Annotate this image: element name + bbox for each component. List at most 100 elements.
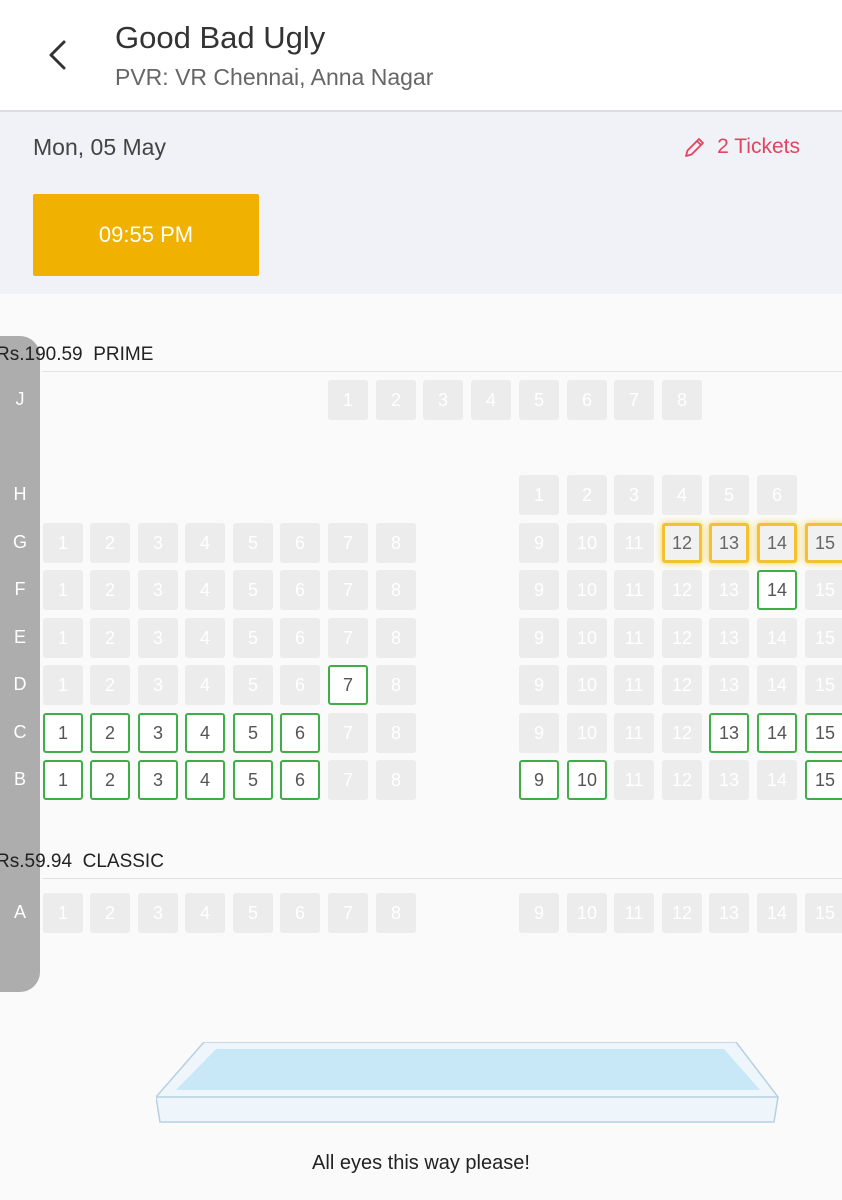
seat-sold: 4 (185, 618, 225, 658)
seat-available[interactable]: 7 (328, 665, 368, 705)
seat-sold: 8 (662, 380, 702, 420)
section-name: CLASSIC (82, 851, 164, 872)
row-label: E (13, 627, 26, 647)
seat-sold: 8 (376, 618, 416, 658)
movie-title: Good Bad Ugly (115, 20, 326, 55)
seat-sold: 11 (614, 570, 654, 610)
seat-sold: 3 (423, 380, 463, 420)
seat-available[interactable]: 10 (567, 760, 607, 800)
row-label: A (13, 902, 26, 922)
seat-available[interactable]: 4 (185, 713, 225, 753)
seat-sold: 15 (805, 618, 842, 658)
seat-sold: 6 (757, 475, 797, 515)
app-header: Good Bad Ugly PVR: VR Chennai, Anna Naga… (0, 0, 842, 112)
seat-sold: 6 (280, 570, 320, 610)
seat-sold: 10 (567, 713, 607, 753)
seat-sold: 5 (519, 380, 559, 420)
seat-available[interactable]: 1 (43, 760, 83, 800)
seat-selected[interactable]: 15 (805, 523, 842, 563)
showtime-button[interactable]: 09:55 PM (33, 194, 259, 276)
seat-sold: 13 (709, 760, 749, 800)
edit-tickets-button[interactable]: 2 Tickets (683, 132, 800, 162)
seat-sold: 9 (519, 665, 559, 705)
seat-available[interactable]: 14 (757, 713, 797, 753)
seat-sold: 9 (519, 618, 559, 658)
seat-sold: 12 (662, 618, 702, 658)
seat-sold: 5 (233, 523, 273, 563)
seat-selected[interactable]: 12 (662, 523, 702, 563)
seat-sold: 9 (519, 523, 559, 563)
seat-sold: 1 (43, 570, 83, 610)
seat-sold: 3 (138, 893, 178, 933)
seat-sold: 4 (185, 570, 225, 610)
seat-sold: 10 (567, 618, 607, 658)
seat-available[interactable]: 2 (90, 713, 130, 753)
pencil-icon (685, 138, 705, 157)
seat-available[interactable]: 13 (709, 713, 749, 753)
seat-available[interactable]: 5 (233, 760, 273, 800)
seat-sold: 5 (233, 665, 273, 705)
seat-sold: 1 (43, 523, 83, 563)
seat-sold: 4 (185, 665, 225, 705)
seat-sold: 6 (280, 523, 320, 563)
seat-available[interactable]: 4 (185, 760, 225, 800)
row-label: G (12, 532, 27, 552)
seat-sold: 8 (376, 893, 416, 933)
seat-sold: 5 (233, 893, 273, 933)
seat-sold: 9 (519, 570, 559, 610)
seat-available[interactable]: 3 (138, 713, 178, 753)
seat-sold: 2 (90, 665, 130, 705)
seat-available[interactable]: 1 (43, 713, 83, 753)
row-label: H (13, 484, 27, 504)
seat-sold: 12 (662, 760, 702, 800)
seat-available[interactable]: 6 (280, 713, 320, 753)
seat-available[interactable]: 3 (138, 760, 178, 800)
seat-available[interactable]: 9 (519, 760, 559, 800)
seat-sold: 1 (519, 475, 559, 515)
seat-sold: 2 (90, 618, 130, 658)
seat-available[interactable]: 2 (90, 760, 130, 800)
seat-sold: 9 (519, 713, 559, 753)
seat-sold: 14 (757, 893, 797, 933)
seat-sold: 8 (376, 665, 416, 705)
seat-sold: 8 (376, 570, 416, 610)
section-name: PRIME (93, 344, 154, 365)
seat-sold: 3 (614, 475, 654, 515)
section-label-classic: Rs.59.94 CLASSIC (0, 851, 164, 873)
seat-sold: 4 (662, 475, 702, 515)
seat-available[interactable]: 15 (805, 760, 842, 800)
seat-sold: 13 (709, 570, 749, 610)
seat-sold: 3 (138, 665, 178, 705)
seat-sold: 7 (328, 893, 368, 933)
back-button[interactable] (38, 30, 78, 80)
seat-sold: 10 (567, 523, 607, 563)
seat-selected[interactable]: 13 (709, 523, 749, 563)
seat-sold: 5 (233, 618, 273, 658)
seat-sold: 1 (43, 665, 83, 705)
section-price: Rs.59.94 (0, 851, 73, 872)
seat-sold: 8 (376, 760, 416, 800)
seat-sold: 3 (138, 618, 178, 658)
seat-sold: 2 (376, 380, 416, 420)
row-label: J (15, 389, 25, 409)
show-info-bar: Mon, 05 May 2 Tickets 09:55 PM (0, 112, 842, 294)
seat-available[interactable]: 15 (805, 713, 842, 753)
seat-sold: 14 (757, 618, 797, 658)
row-label: D (13, 674, 27, 694)
seat-available[interactable]: 6 (280, 760, 320, 800)
seat-sold: 1 (328, 380, 368, 420)
row-label: F (14, 579, 26, 599)
seat-sold: 13 (709, 665, 749, 705)
seat-sold: 5 (709, 475, 749, 515)
seat-sold: 1 (43, 893, 83, 933)
seat-selected[interactable]: 14 (757, 523, 797, 563)
seat-available[interactable]: 5 (233, 713, 273, 753)
seat-sold: 15 (805, 570, 842, 610)
seat-sold: 7 (328, 760, 368, 800)
seat-available[interactable]: 14 (757, 570, 797, 610)
screen-caption: All eyes this way please! (312, 1152, 530, 1174)
seat-sold: 7 (328, 618, 368, 658)
seat-sold: 14 (757, 760, 797, 800)
seat-sold: 7 (614, 380, 654, 420)
seat-sold: 4 (471, 380, 511, 420)
